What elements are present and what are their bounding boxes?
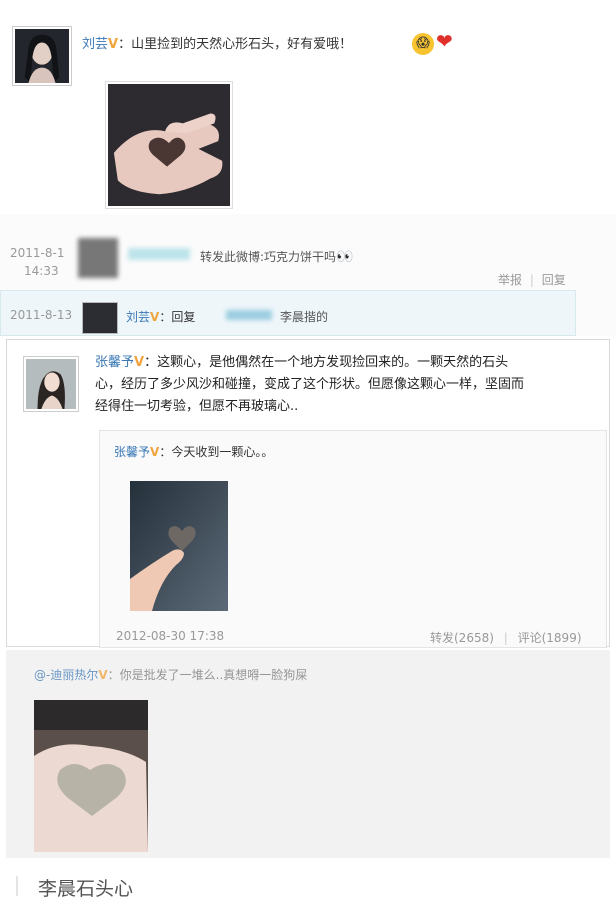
post-image[interactable]: [105, 81, 233, 209]
weibo-post-dilireba: @-迪丽热尔V：你是批发了一堆么..真想嘚一脸狗屎: [6, 650, 610, 858]
reply-link[interactable]: 回复: [542, 273, 566, 287]
blurred-avatar: [78, 238, 118, 278]
avatar-image: [15, 29, 69, 83]
post-text-line1: 这颗心，是他偶然在一个地方发现捡回来的。一颗天然的石头: [157, 355, 509, 370]
post-text-line2: 心，经历了多少风沙和碰撞，变成了这个形状。但愿像这颗心一样，坚固而: [95, 377, 525, 392]
verified-badge: V: [150, 310, 160, 324]
author-name[interactable]: @-迪丽热尔: [34, 668, 98, 682]
blurred-username: [128, 248, 190, 260]
post-text: 山里捡到的天然心形石头，好有爱哦！: [131, 37, 353, 52]
quoted-post: 张馨予V：今天收到一颗心。。 2012-08-30 17:38 转发(2658)…: [99, 430, 607, 648]
reply-text: 转发此微博:巧克力饼干吗: [200, 250, 337, 264]
avatar[interactable]: [12, 26, 72, 86]
blurred-username: [226, 310, 272, 320]
heart-stone-photo: [108, 84, 230, 206]
stone-in-fingers-photo: [130, 481, 228, 611]
avatar[interactable]: [23, 356, 79, 412]
avatar-image: [26, 359, 76, 409]
author-name[interactable]: 刘芸: [126, 310, 150, 324]
author-name[interactable]: 张馨予: [95, 355, 134, 370]
post-timestamp: 2012-08-30 17:38: [116, 629, 225, 643]
colon: ：: [118, 37, 132, 52]
weibo-post-zhangxinyu: 张馨予V：这颗心，是他偶然在一个地方发现捡回来的。一颗天然的石头 心，经历了多少…: [6, 339, 610, 648]
shocked-emoji-icon: 😱: [412, 33, 434, 55]
post-text-line3: 经得住一切考验，但愿不再玻璃心..: [95, 399, 299, 414]
post-image[interactable]: [34, 700, 148, 852]
post-text: ：你是批发了一堆么..真想嘚一脸狗屎: [107, 668, 308, 682]
reply-list: 2011-8-1 14:33 转发此微博:巧克力饼干吗👀 举报 | 回复 201…: [0, 214, 616, 336]
repost-link[interactable]: 转发(2658): [430, 631, 494, 645]
quoted-text: ：今天收到一颗心。。: [159, 445, 274, 459]
eyes-emoji-icon: 👀: [336, 249, 354, 265]
verified-badge: V: [134, 355, 145, 370]
quoted-author[interactable]: 张馨予: [114, 445, 150, 459]
heart-emoji-icon: ❤: [436, 29, 453, 53]
weibo-post-liuyun: 刘芸V：山里捡到的天然心形石头，好有爱哦！ 😱 ❤: [0, 0, 616, 215]
verified-badge: V: [98, 668, 108, 682]
reply-date: 2011-8-1 14:33: [10, 246, 65, 278]
reply-text: 李晨揩的: [280, 310, 329, 324]
verified-badge: V: [150, 445, 160, 459]
caption-marker: [16, 876, 24, 896]
report-link[interactable]: 举报: [498, 273, 522, 287]
verified-badge: V: [108, 37, 119, 52]
reply-prefix: ：回复: [159, 310, 196, 324]
author-name[interactable]: 刘芸: [82, 37, 108, 52]
reply-date: 2011-8-13: [10, 308, 73, 322]
avatar[interactable]: [82, 302, 118, 334]
image-caption: 李晨石头心: [38, 878, 134, 900]
quoted-image[interactable]: [130, 481, 228, 611]
heart-stone-in-palm-photo: [34, 700, 148, 852]
comment-link[interactable]: 评论(1899): [518, 631, 582, 645]
